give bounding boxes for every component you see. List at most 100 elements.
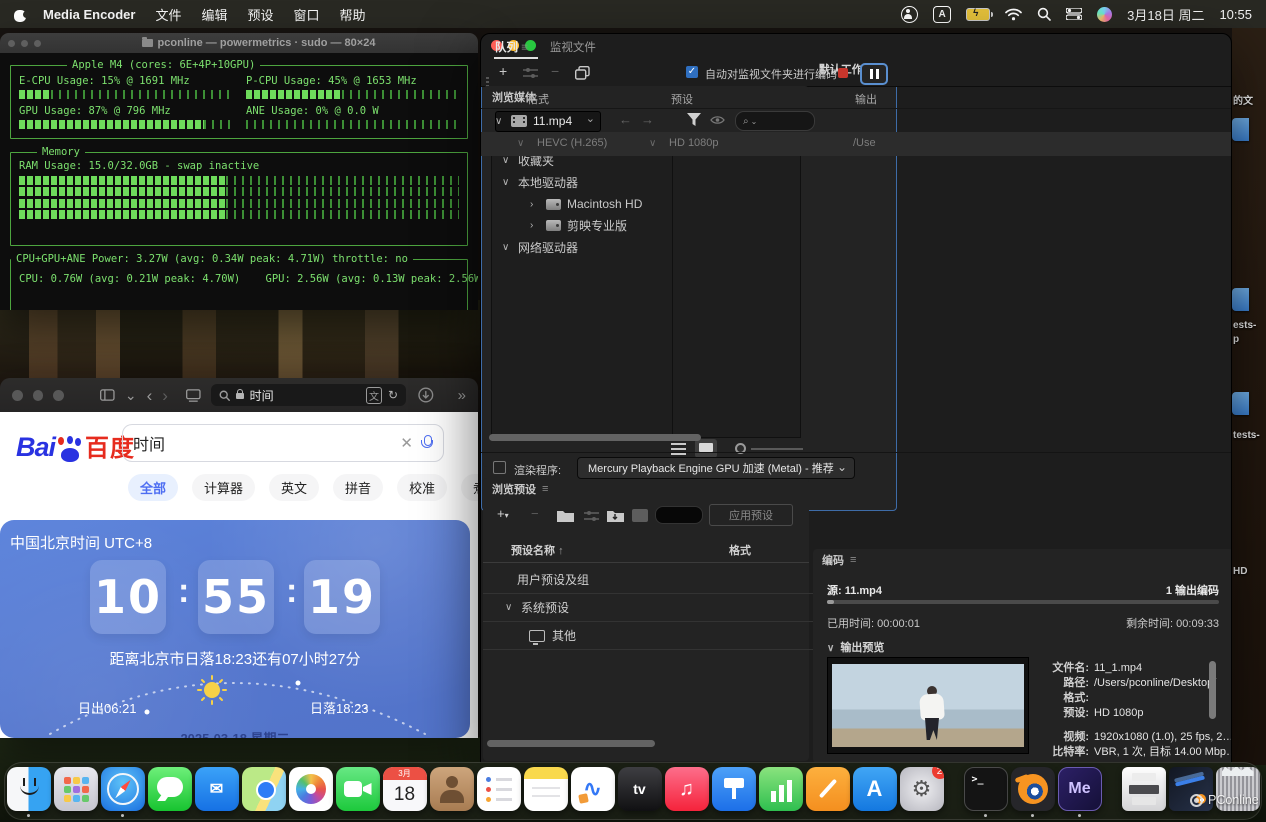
facetime-icon[interactable] xyxy=(336,767,380,811)
dock-item-contacts[interactable] xyxy=(430,767,474,817)
chevron-down-icon[interactable]: ∨ xyxy=(649,138,656,149)
music-icon[interactable]: ♫ xyxy=(665,767,709,811)
tree-item-本地驱动器[interactable]: ∨本地驱动器 xyxy=(502,173,578,191)
zoom-icon[interactable] xyxy=(53,390,64,401)
close-icon[interactable] xyxy=(12,390,23,401)
minimize-icon[interactable] xyxy=(21,40,28,47)
app-store-icon[interactable]: A xyxy=(853,767,897,811)
tab-watch-folders[interactable]: 监视文件 xyxy=(550,39,596,55)
voice-search-icon[interactable] xyxy=(421,435,433,451)
dock-item-music[interactable]: ♫ xyxy=(665,767,709,817)
tree-item-Macintosh HD[interactable]: ›Macintosh HD xyxy=(530,195,642,213)
col-格式[interactable]: 格式 xyxy=(527,91,549,107)
minimize-icon[interactable] xyxy=(33,390,44,401)
dock-item-freeform[interactable]: ∿ xyxy=(571,767,615,817)
siri-icon[interactable] xyxy=(1097,7,1112,22)
stop-queue-icon[interactable] xyxy=(838,68,848,78)
dock-item-pages[interactable] xyxy=(806,767,850,817)
wifi-icon[interactable] xyxy=(1005,8,1022,21)
baidu-tab-校准[interactable]: 校准 xyxy=(397,474,447,501)
dock-item-trash[interactable] xyxy=(1216,767,1260,817)
renderer-checkbox[interactable] xyxy=(493,461,506,474)
baidu-search-box[interactable]: 时间 ✕ xyxy=(122,424,444,462)
dock-item-launchpad[interactable] xyxy=(54,767,98,817)
back-icon[interactable]: ‹ xyxy=(147,387,153,404)
renderer-dropdown[interactable]: Mercury Playback Engine GPU 加速 (Metal) -… xyxy=(577,457,855,479)
col-预设[interactable]: 预设 xyxy=(671,91,693,107)
queue-output-row[interactable]: ∨ HEVC (H.265) ∨ HD 1080p /Use xyxy=(481,132,1231,156)
more-toolbar-icon[interactable]: » xyxy=(458,388,466,403)
col-format[interactable]: 格式 xyxy=(729,542,751,558)
add-preset-icon[interactable]: +▾ xyxy=(497,506,509,521)
auto-encode-checkbox[interactable]: ✓ xyxy=(686,66,698,78)
reload-icon[interactable]: ↻ xyxy=(388,388,398,402)
page-layout-icon[interactable] xyxy=(186,389,201,402)
add-source-icon[interactable]: + xyxy=(499,63,507,79)
dock-item-photos[interactable] xyxy=(289,767,333,817)
dock-item-settings[interactable]: ⚙2 xyxy=(900,767,944,817)
dock-item-safari[interactable] xyxy=(101,767,145,817)
translate-icon[interactable]: 文 xyxy=(366,387,382,404)
terminal-icon[interactable]: >_ xyxy=(964,767,1008,811)
dock-item-finder[interactable] xyxy=(7,767,51,817)
preset-search-input[interactable] xyxy=(655,506,703,524)
zoom-icon[interactable] xyxy=(34,40,41,47)
close-icon[interactable] xyxy=(8,40,15,47)
queue-source-row[interactable]: ∨ 11.mp4 xyxy=(481,110,1231,132)
dock-item-terminal[interactable]: >_ xyxy=(964,767,1008,817)
calendar-icon[interactable]: 3月18 xyxy=(383,767,427,811)
dock-item-maps[interactable] xyxy=(242,767,286,817)
remove-preset-icon[interactable]: − xyxy=(531,506,539,521)
output-format[interactable]: HEVC (H.265) xyxy=(537,137,607,149)
baidu-tab-英文[interactable]: 英文 xyxy=(269,474,319,501)
dock-item-facetime[interactable] xyxy=(336,767,380,817)
menu-item-文件[interactable]: 文件 xyxy=(145,5,191,24)
media-encoder-icon[interactable]: Me xyxy=(1058,767,1102,811)
dock-item-tv[interactable]: tv xyxy=(618,767,662,817)
mail-icon[interactable]: ✉ xyxy=(195,767,239,811)
pages-icon[interactable] xyxy=(806,767,850,811)
maps-icon[interactable] xyxy=(242,767,286,811)
baidu-tab-拼音[interactable]: 拼音 xyxy=(333,474,383,501)
chevron-down-icon[interactable]: ⌄ xyxy=(125,388,137,402)
menu-item-窗口[interactable]: 窗口 xyxy=(284,5,330,24)
search-icon[interactable] xyxy=(1037,7,1051,21)
chevron-down-icon[interactable]: ∨ xyxy=(502,155,512,166)
chevron-down-icon[interactable]: ∨ xyxy=(517,138,524,149)
menu-item-预设[interactable]: 预设 xyxy=(238,5,284,24)
apple-tv-icon[interactable]: tv xyxy=(618,767,662,811)
preset-row-user[interactable]: 用户预设及组 xyxy=(483,566,843,594)
chevron-down-icon[interactable]: ∨ xyxy=(495,116,505,127)
dock-item-projfile[interactable] xyxy=(1169,767,1213,817)
battery-icon[interactable] xyxy=(966,8,990,21)
address-bar[interactable]: 时间 文 ↻ xyxy=(211,384,407,406)
remove-icon[interactable]: − xyxy=(551,63,559,79)
menu-item-编辑[interactable]: 编辑 xyxy=(191,5,237,24)
chevron-down-icon[interactable]: ∨ xyxy=(505,602,515,613)
preset-settings-icon[interactable] xyxy=(584,511,599,521)
pause-queue-button[interactable] xyxy=(860,63,888,85)
dock-item-calendar[interactable]: 3月18 xyxy=(383,767,427,817)
preset-row-system[interactable]: ∨系统预设 xyxy=(483,594,831,622)
messages-icon[interactable] xyxy=(148,767,192,811)
user-account-icon[interactable] xyxy=(901,6,918,23)
chevron-down-icon[interactable]: ∨ xyxy=(502,177,512,188)
baidu-tab-计算器[interactable]: 计算器 xyxy=(192,474,255,501)
sidebar-icon[interactable] xyxy=(100,389,115,401)
blender-icon[interactable] xyxy=(1011,767,1055,811)
export-preset-icon[interactable] xyxy=(632,509,648,522)
output-preset[interactable]: HD 1080p xyxy=(669,137,719,149)
photos-icon[interactable] xyxy=(289,767,333,811)
tree-item-网络驱动器[interactable]: ∨网络驱动器 xyxy=(502,238,578,256)
dock-item-reminders[interactable] xyxy=(477,767,521,817)
finder-icon[interactable] xyxy=(7,767,51,811)
dock-item-messages[interactable] xyxy=(148,767,192,817)
chevron-down-icon[interactable]: ∨ xyxy=(502,242,512,253)
dock-item-appstore[interactable]: A xyxy=(853,767,897,817)
clear-icon[interactable]: ✕ xyxy=(400,434,413,452)
output-preview-toggle[interactable]: ∨输出预览 xyxy=(827,639,884,655)
zoom-slider-track[interactable] xyxy=(751,448,803,450)
col-输出[interactable]: 输出 xyxy=(855,91,877,107)
terminal-titlebar[interactable]: pconline — powermetrics · sudo — 80×24 xyxy=(0,33,478,53)
baidu-tab-煮雨[interactable]: 煮雨 xyxy=(461,474,478,501)
